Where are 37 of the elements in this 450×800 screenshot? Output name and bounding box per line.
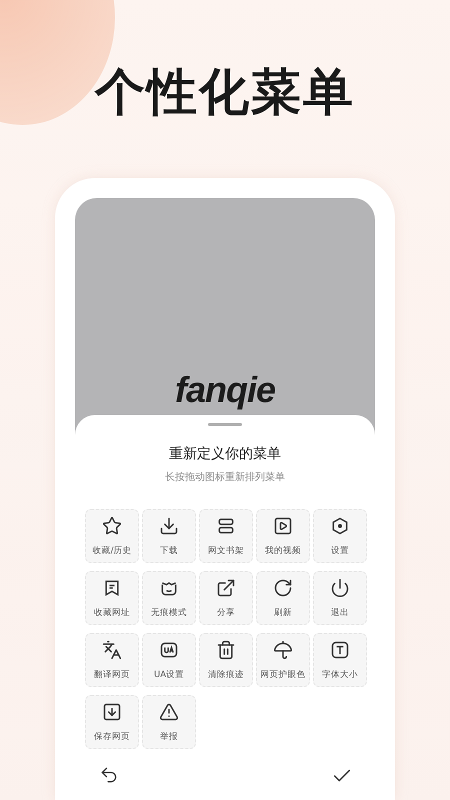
menu-item[interactable]: 清除痕迹 <box>199 633 253 687</box>
menu-item[interactable]: 收藏网址 <box>85 571 139 625</box>
menu-item[interactable]: 网页护眼色 <box>256 633 310 687</box>
sheet-subtitle: 长按拖动图标重新排列菜单 <box>165 470 285 484</box>
ua-icon <box>159 640 179 660</box>
menu-item[interactable]: 下载 <box>142 509 196 563</box>
menu-item[interactable]: 翻译网页 <box>85 633 139 687</box>
menu-item[interactable]: 字体大小 <box>313 633 367 687</box>
share-icon <box>216 578 236 598</box>
menu-item[interactable]: 举报 <box>142 695 196 749</box>
sheet-title: 重新定义你的菜单 <box>169 445 281 463</box>
menu-item[interactable]: 刷新 <box>256 571 310 625</box>
translate-icon <box>102 640 122 660</box>
menu-item[interactable]: 收藏/历史 <box>85 509 139 563</box>
umbrella-icon <box>273 640 293 660</box>
menu-item[interactable]: 无痕模式 <box>142 571 196 625</box>
download-icon <box>159 516 179 536</box>
menu-item[interactable]: 分享 <box>199 571 253 625</box>
warning-icon <box>159 702 179 722</box>
menu-item[interactable]: 退出 <box>313 571 367 625</box>
trash-icon <box>216 640 236 660</box>
menu-item[interactable]: 网文书架 <box>199 509 253 563</box>
play-icon <box>273 516 293 536</box>
power-icon <box>330 578 350 598</box>
refresh-icon <box>273 578 293 598</box>
menu-item[interactable]: 设置 <box>313 509 367 563</box>
save-icon <box>102 702 122 722</box>
menu-item[interactable]: UA设置 <box>142 633 196 687</box>
menu-item[interactable]: 保存网页 <box>85 695 139 749</box>
menu-item[interactable]: 我的视频 <box>256 509 310 563</box>
settings-icon <box>330 516 350 536</box>
font-icon <box>330 640 350 660</box>
app-logo: fanqie <box>174 369 275 411</box>
star-icon <box>102 516 122 536</box>
drag-handle[interactable] <box>208 423 242 426</box>
headline: 个性化菜单 <box>95 64 355 123</box>
bookshelf-icon <box>216 516 236 536</box>
